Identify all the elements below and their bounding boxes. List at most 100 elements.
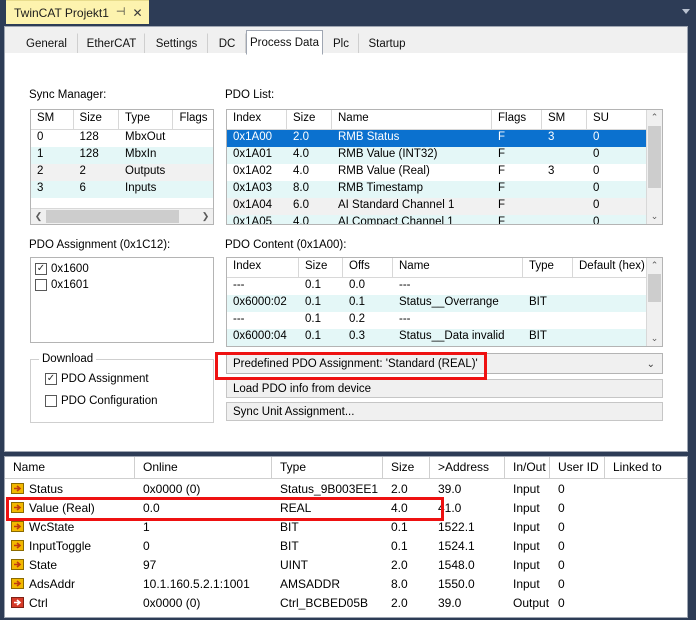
- pdo-content-vscrollbar[interactable]: ⌃ ⌄: [646, 258, 662, 346]
- checkbox-0x1601[interactable]: [35, 279, 47, 291]
- tab-process-data[interactable]: Process Data: [246, 30, 323, 55]
- checkbox-pdo-configuration[interactable]: [45, 395, 57, 407]
- col-inout: In/Out: [505, 457, 550, 478]
- table-row[interactable]: Value (Real) 0.0 REAL 4.0 41.0 Input 0: [5, 498, 687, 517]
- cell-flags: [173, 130, 213, 147]
- variable-inout-cell: Input: [513, 576, 540, 591]
- table-row[interactable]: --- 0.1 0.0 ---: [227, 278, 662, 295]
- variable-address-cell: 39.0: [438, 595, 462, 610]
- variable-size-cell: 8.0: [391, 576, 408, 591]
- tab-settings[interactable]: Settings: [145, 33, 208, 54]
- col-userid: User ID: [550, 457, 605, 478]
- tab-ethercat[interactable]: EtherCAT: [78, 33, 145, 54]
- sync-manager-label: Sync Manager:: [29, 89, 107, 101]
- cell-type: [523, 278, 573, 295]
- document-tab-twincat-projekt1[interactable]: TwinCAT Projekt1 ⊣ ✕: [6, 0, 149, 24]
- checkbox-0x1600[interactable]: ✓: [35, 263, 47, 275]
- cell-size: 0.1: [305, 296, 321, 308]
- tab-plc[interactable]: Plc: [323, 33, 359, 54]
- cell-index: ---: [233, 279, 245, 291]
- cell-sm: 3: [548, 131, 555, 143]
- table-row[interactable]: 0x1A01 4.0 RMB Value (INT32) F 0: [227, 147, 662, 164]
- variable-type-cell: UINT: [280, 557, 308, 572]
- pin-icon[interactable]: ⊣: [116, 7, 126, 18]
- process-data-content: Sync Manager: SM Size Type Flags 0 128 M…: [5, 53, 687, 451]
- variable-userid-cell: 0: [558, 481, 565, 496]
- variable-inout-cell: Input: [513, 481, 540, 496]
- cell-index: 0x6000:02: [233, 296, 287, 308]
- cell-index: ---: [233, 313, 245, 325]
- scroll-down-icon[interactable]: ⌄: [647, 331, 662, 346]
- load-pdo-info-button[interactable]: Load PDO info from device: [226, 379, 663, 398]
- table-row[interactable]: Status 0x0000 (0) Status_9B003EE1 2.0 39…: [5, 479, 687, 498]
- scroll-up-icon[interactable]: ⌃: [647, 110, 662, 125]
- table-row[interactable]: State 97 UINT 2.0 1548.0 Input 0: [5, 555, 687, 574]
- col-type: Type: [523, 258, 573, 277]
- table-row[interactable]: 0x6000:02 0.1 0.1 Status__Overrange BIT: [227, 295, 662, 312]
- cell-index: 0x1A04: [233, 199, 273, 211]
- scroll-up-icon[interactable]: ⌃: [647, 258, 662, 273]
- vscroll-thumb[interactable]: [648, 274, 661, 302]
- table-row[interactable]: 2 2 Outputs: [31, 164, 213, 181]
- sync-manager-hscrollbar[interactable]: ❮ ❯: [31, 208, 213, 224]
- col-index: Index: [227, 258, 299, 277]
- table-row[interactable]: 1 128 MbxIn: [31, 147, 213, 164]
- close-icon[interactable]: ✕: [133, 7, 143, 19]
- table-row[interactable]: 0x1A02 4.0 RMB Value (Real) F 3 0: [227, 164, 662, 181]
- table-row[interactable]: 0x1A00 2.0 RMB Status F 3 0: [227, 130, 662, 147]
- cell-su: 0: [593, 216, 600, 225]
- tab-startup[interactable]: Startup: [359, 33, 415, 54]
- table-row[interactable]: 0x1A05 4.0 AI Compact Channel 1 F 0: [227, 215, 662, 225]
- cell-index: 0x6000:04: [233, 330, 287, 342]
- cell-offs: 0.3: [349, 330, 365, 342]
- tab-general[interactable]: General: [15, 33, 78, 54]
- variable-size-cell: 2.0: [391, 557, 408, 572]
- vscroll-thumb[interactable]: [648, 126, 661, 188]
- table-row[interactable]: 0x1A04 6.0 AI Standard Channel 1 F 0: [227, 198, 662, 215]
- cell-index: 0x1A02: [233, 165, 273, 177]
- table-row[interactable]: AdsAddr 10.1.160.5.2.1:1001 AMSADDR 8.0 …: [5, 574, 687, 593]
- pdo-list-vscrollbar[interactable]: ⌃ ⌄: [646, 110, 662, 224]
- table-row[interactable]: 0 128 MbxOut: [31, 130, 213, 147]
- table-row[interactable]: 3 6 Inputs: [31, 181, 213, 198]
- col-sm: SM: [542, 110, 587, 129]
- pdo-content-listbox[interactable]: Index Size Offs Name Type Default (hex) …: [226, 257, 663, 347]
- variable-online-cell: 97: [143, 557, 157, 572]
- table-row[interactable]: WcState 1 BIT 0.1 1522.1 Input 0: [5, 517, 687, 536]
- table-row[interactable]: 0x1A03 8.0 RMB Timestamp F 0: [227, 181, 662, 198]
- scroll-right-icon[interactable]: ❯: [198, 209, 213, 224]
- table-row[interactable]: --- 0.1 0.2 ---: [227, 312, 662, 329]
- property-tabstrip: General EtherCAT Settings DC Process Dat…: [5, 29, 687, 55]
- variable-size-cell: 0.1: [391, 519, 408, 534]
- download-pdo-configuration-row[interactable]: PDO Configuration: [45, 393, 158, 409]
- cell-default: [573, 329, 648, 346]
- checkbox-pdo-assignment[interactable]: ✓: [45, 373, 57, 385]
- pdo-assignment-checklist[interactable]: ✓ 0x1600 0x1601: [30, 257, 214, 343]
- list-item[interactable]: ✓ 0x1600: [35, 261, 213, 277]
- cell-size: 8.0: [293, 182, 309, 194]
- cell-type: MbxIn: [125, 148, 157, 160]
- tab-general-label: General: [26, 37, 67, 50]
- cell-flags: F: [498, 182, 506, 194]
- scroll-down-icon[interactable]: ⌄: [647, 209, 662, 224]
- table-row[interactable]: Ctrl 0x0000 (0) Ctrl_BCBED05B 2.0 39.0 O…: [5, 593, 687, 612]
- table-row[interactable]: 0x6000:04 0.1 0.3 Status__Data invalid B…: [227, 329, 662, 346]
- variable-online-cell: 10.1.160.5.2.1:1001: [143, 576, 250, 591]
- scroll-left-icon[interactable]: ❮: [31, 209, 46, 224]
- cell-name: RMB Value (Real): [338, 165, 430, 177]
- variable-online-cell: 0.0: [143, 500, 160, 515]
- hscroll-thumb[interactable]: [46, 210, 179, 223]
- chevron-down-icon[interactable]: [682, 9, 690, 14]
- chevron-down-icon[interactable]: ⌄: [647, 359, 655, 370]
- sync-manager-listbox[interactable]: SM Size Type Flags 0 128 MbxOut 1 128 Mb…: [30, 109, 214, 225]
- list-item[interactable]: 0x1601: [35, 277, 213, 293]
- input-variable-icon: [11, 578, 24, 589]
- tab-dc[interactable]: DC: [208, 33, 246, 54]
- pdo-list-listbox[interactable]: Index Size Name Flags SM SU 0x1A00 2.0 R…: [226, 109, 663, 225]
- download-pdo-assignment-row[interactable]: ✓ PDO Assignment: [45, 371, 149, 387]
- table-row[interactable]: InputToggle 0 BIT 0.1 1524.1 Input 0: [5, 536, 687, 555]
- variable-type-cell: AMSADDR: [280, 576, 341, 591]
- variable-inout-cell: Input: [513, 519, 540, 534]
- sync-unit-assignment-button[interactable]: Sync Unit Assignment...: [226, 402, 663, 421]
- predefined-pdo-assignment-combo[interactable]: Predefined PDO Assignment: 'Standard (RE…: [226, 353, 663, 374]
